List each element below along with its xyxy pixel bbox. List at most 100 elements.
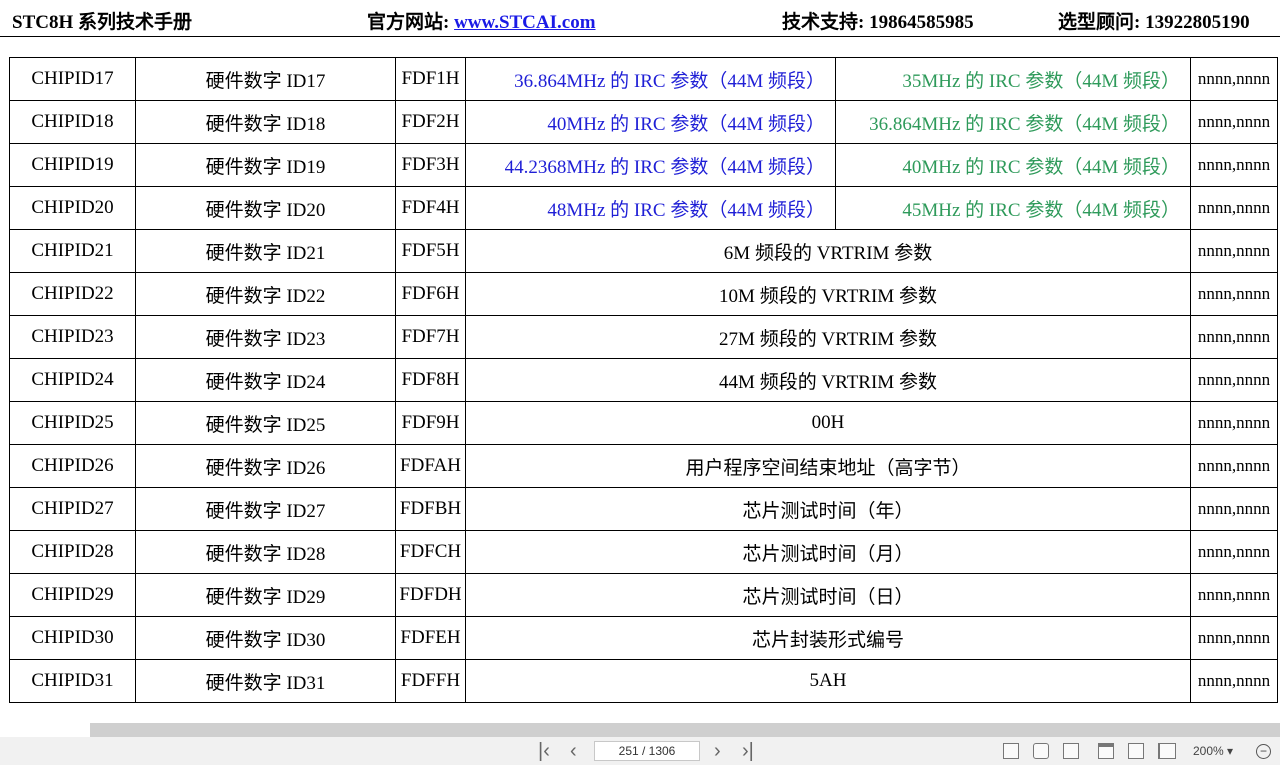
register-content: 芯片测试时间（月）: [465, 530, 1191, 574]
register-symbol: CHIPID31: [9, 659, 136, 703]
reset-value: nnnn,nnnn: [1190, 272, 1278, 316]
register-address: FDFCH: [395, 530, 466, 574]
register-symbol: CHIPID18: [9, 100, 136, 144]
register-description: 硬件数字 ID26: [135, 444, 396, 488]
register-symbol: CHIPID17: [9, 57, 136, 101]
register-content: 芯片封装形式编号: [465, 616, 1191, 660]
table-row: CHIPID18 硬件数字 ID18 FDF2H 40MHz 的 IRC 参数（44M…: [9, 100, 1278, 144]
register-symbol: CHIPID25: [9, 401, 136, 445]
table-row: CHIPID24 硬件数字 ID24 FDF8H 44M 频段的 VRTRIM 参数 n…: [9, 358, 1278, 402]
register-description: 硬件数字 ID22: [135, 272, 396, 316]
tech-support: 技术支持: 19864585985: [782, 12, 974, 33]
reset-value: nnnn,nnnn: [1190, 143, 1278, 187]
reset-value: nnnn,nnnn: [1190, 229, 1278, 273]
table-row: CHIPID23 硬件数字 ID23 FDF7H 27M 频段的 VRTRIM 参数 n…: [9, 315, 1278, 359]
register-address: FDF4H: [395, 186, 466, 230]
register-description: 硬件数字 ID23: [135, 315, 396, 359]
register-symbol: CHIPID29: [9, 573, 136, 617]
reset-value: nnnn,nnnn: [1190, 530, 1278, 574]
register-description: 硬件数字 ID24: [135, 358, 396, 402]
register-symbol: CHIPID26: [9, 444, 136, 488]
register-symbol: CHIPID24: [9, 358, 136, 402]
prev-page-icon[interactable]: ‹: [570, 740, 577, 762]
register-symbol: CHIPID20: [9, 186, 136, 230]
first-page-icon[interactable]: |‹: [538, 740, 550, 762]
register-content: 芯片测试时间（年）: [465, 487, 1191, 531]
irc-param-primary: 44.2368MHz 的 IRC 参数（44M 频段）: [465, 143, 836, 187]
table-row: CHIPID27 硬件数字 ID27 FDFBH 芯片测试时间（年） nnnn,nnnn: [9, 487, 1278, 531]
reset-value: nnnn,nnnn: [1190, 616, 1278, 660]
continuous-page-icon[interactable]: [1128, 743, 1144, 759]
reset-value: nnnn,nnnn: [1190, 358, 1278, 402]
register-content: 44M 频段的 VRTRIM 参数: [465, 358, 1191, 402]
two-page-icon[interactable]: [1158, 743, 1176, 759]
reset-value: nnnn,nnnn: [1190, 100, 1278, 144]
table-row: CHIPID19 硬件数字 ID19 FDF3H 44.2368MHz 的 IRC 参…: [9, 143, 1278, 187]
register-address: FDF8H: [395, 358, 466, 402]
register-address: FDFBH: [395, 487, 466, 531]
table-row: CHIPID21 硬件数字 ID21 FDF5H 6M 频段的 VRTRIM 参数 nn…: [9, 229, 1278, 273]
register-description: 硬件数字 ID29: [135, 573, 396, 617]
page-indicator[interactable]: 251 / 1306: [594, 741, 700, 761]
register-address: FDF1H: [395, 57, 466, 101]
register-description: 硬件数字 ID21: [135, 229, 396, 273]
last-page-icon[interactable]: ›|: [742, 740, 754, 762]
register-address: FDF3H: [395, 143, 466, 187]
chipid-register-table: CHIPID17 硬件数字 ID17 FDF1H 36.864MHz 的 IRC 参数…: [9, 57, 1278, 703]
register-description: 硬件数字 ID31: [135, 659, 396, 703]
register-content: 27M 频段的 VRTRIM 参数: [465, 315, 1191, 359]
register-content: 10M 频段的 VRTRIM 参数: [465, 272, 1191, 316]
irc-param-secondary: 35MHz 的 IRC 参数（44M 频段）: [835, 57, 1191, 101]
reset-value: nnnn,nnnn: [1190, 573, 1278, 617]
register-address: FDFAH: [395, 444, 466, 488]
table-row: CHIPID30 硬件数字 ID30 FDFEH 芯片封装形式编号 nnnn,nnnn: [9, 616, 1278, 660]
irc-param-primary: 36.864MHz 的 IRC 参数（44M 频段）: [465, 57, 836, 101]
zoom-level[interactable]: 200% ▾: [1193, 744, 1233, 758]
register-content: 芯片测试时间（日）: [465, 573, 1191, 617]
zoom-value: 200%: [1193, 744, 1224, 758]
register-address: FDFFH: [395, 659, 466, 703]
register-address: FDFEH: [395, 616, 466, 660]
zoom-out-icon[interactable]: −: [1256, 744, 1271, 759]
table-row: CHIPID28 硬件数字 ID28 FDFCH 芯片测试时间（月） nnnn,nnnn: [9, 530, 1278, 574]
table-row: CHIPID26 硬件数字 ID26 FDFAH 用户程序空间结束地址（高字节） nnn…: [9, 444, 1278, 488]
reset-value: nnnn,nnnn: [1190, 444, 1278, 488]
register-description: 硬件数字 ID27: [135, 487, 396, 531]
irc-param-secondary: 40MHz 的 IRC 参数（44M 频段）: [835, 143, 1191, 187]
register-symbol: CHIPID30: [9, 616, 136, 660]
manual-title: STC8H 系列技术手册: [12, 12, 192, 33]
register-description: 硬件数字 ID25: [135, 401, 396, 445]
horizontal-scrollbar[interactable]: [90, 723, 1280, 737]
table-row: CHIPID25 硬件数字 ID25 FDF9H 00H nnnn,nnnn: [9, 401, 1278, 445]
irc-param-secondary: 45MHz 的 IRC 参数（44M 频段）: [835, 186, 1191, 230]
register-address: FDF2H: [395, 100, 466, 144]
reset-value: nnnn,nnnn: [1190, 487, 1278, 531]
register-address: FDF6H: [395, 272, 466, 316]
register-address: FDFDH: [395, 573, 466, 617]
table-row: CHIPID31 硬件数字 ID31 FDFFH 5AH nnnn,nnnn: [9, 659, 1278, 703]
reset-value: nnnn,nnnn: [1190, 57, 1278, 101]
fit-width-icon[interactable]: [1063, 743, 1079, 759]
rotate-icon[interactable]: [1033, 743, 1049, 759]
register-content: 用户程序空间结束地址（高字节）: [465, 444, 1191, 488]
next-page-icon[interactable]: ›: [714, 740, 721, 762]
website-link[interactable]: www.STCAI.com: [454, 12, 595, 33]
table-row: CHIPID17 硬件数字 ID17 FDF1H 36.864MHz 的 IRC 参数…: [9, 57, 1278, 101]
register-symbol: CHIPID22: [9, 272, 136, 316]
irc-param-primary: 48MHz 的 IRC 参数（44M 频段）: [465, 186, 836, 230]
table-row: CHIPID22 硬件数字 ID22 FDF6H 10M 频段的 VRTRIM 参数 n…: [9, 272, 1278, 316]
single-page-icon[interactable]: [1098, 743, 1114, 759]
register-symbol: CHIPID23: [9, 315, 136, 359]
register-description: 硬件数字 ID20: [135, 186, 396, 230]
register-address: FDF9H: [395, 401, 466, 445]
register-symbol: CHIPID28: [9, 530, 136, 574]
fit-page-icon[interactable]: [1003, 743, 1019, 759]
page-header: STC8H 系列技术手册 官方网站: www.STCAI.com 技术支持: 1…: [0, 0, 1280, 37]
viewer-toolbar: |‹ ‹ 251 / 1306 › ›| 200% ▾ −: [0, 737, 1280, 765]
register-description: 硬件数字 ID28: [135, 530, 396, 574]
register-description: 硬件数字 ID19: [135, 143, 396, 187]
register-address: FDF5H: [395, 229, 466, 273]
register-content: 6M 频段的 VRTRIM 参数: [465, 229, 1191, 273]
irc-param-secondary: 36.864MHz 的 IRC 参数（44M 频段）: [835, 100, 1191, 144]
reset-value: nnnn,nnnn: [1190, 401, 1278, 445]
